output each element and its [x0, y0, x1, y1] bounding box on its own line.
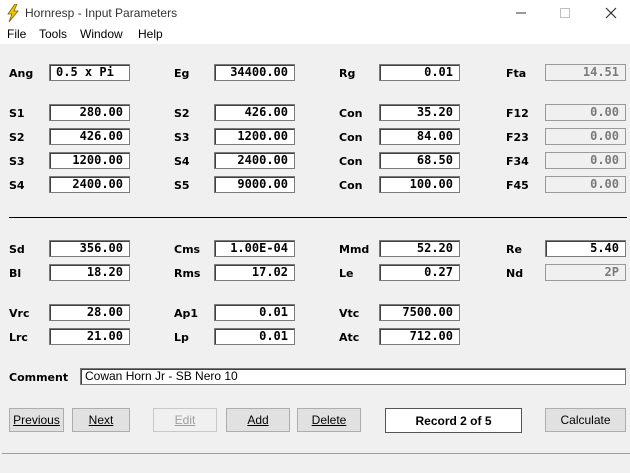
- sd-field[interactable]: 356.00: [49, 240, 130, 257]
- delete-button[interactable]: Delete: [297, 408, 361, 432]
- label-con-2: Con: [339, 131, 363, 144]
- label-ang: Ang: [9, 67, 34, 80]
- f12-field: 0.00: [545, 104, 626, 121]
- ap1-field[interactable]: 0.01: [214, 304, 295, 321]
- minimize-button[interactable]: [498, 0, 544, 26]
- s3-row-field[interactable]: 1200.00: [49, 152, 130, 169]
- lp-field[interactable]: 0.01: [214, 328, 295, 345]
- label-f34: F34: [506, 155, 529, 168]
- label-s4: S4: [174, 155, 190, 168]
- previous-button-label: Previous: [13, 413, 60, 427]
- add-button-label: Add: [247, 413, 269, 427]
- label-con-3: Con: [339, 155, 363, 168]
- label-cms: Cms: [174, 243, 201, 256]
- label-con-4: Con: [339, 179, 363, 192]
- label-vtc: Vtc: [339, 307, 360, 320]
- label-nd: Nd: [506, 267, 524, 280]
- next-button-label: Next: [88, 413, 114, 427]
- con4-field[interactable]: 100.00: [379, 176, 460, 193]
- title-bar: Hornresp - Input Parameters: [0, 0, 630, 26]
- rg-field[interactable]: 0.01: [379, 64, 460, 81]
- label-rg: Rg: [339, 67, 356, 80]
- le-field[interactable]: 0.27: [379, 264, 460, 281]
- rms-field[interactable]: 17.02: [214, 264, 295, 281]
- label-lp: Lp: [174, 331, 189, 344]
- cms-field[interactable]: 1.00E-04: [214, 240, 295, 257]
- close-button[interactable]: [588, 0, 630, 26]
- re-field[interactable]: 5.40: [545, 240, 626, 257]
- label-bl: Bl: [9, 267, 22, 280]
- label-le: Le: [339, 267, 354, 280]
- f23-field: 0.00: [545, 128, 626, 145]
- label-vrc: Vrc: [9, 307, 30, 320]
- label-s5: S5: [174, 179, 190, 192]
- calculate-button[interactable]: Calculate: [545, 408, 626, 432]
- minimize-icon: [516, 12, 526, 14]
- label-eg: Eg: [174, 67, 190, 80]
- label-atc: Atc: [339, 331, 360, 344]
- label-ap1: Ap1: [174, 307, 199, 320]
- previous-button[interactable]: Previous: [9, 408, 64, 432]
- s4-row-field[interactable]: 2400.00: [49, 176, 130, 193]
- eg-field[interactable]: 34400.00: [214, 64, 295, 81]
- label-s2: S2: [174, 107, 190, 120]
- maximize-icon: [560, 8, 570, 18]
- label-con-1: Con: [339, 107, 363, 120]
- label-re: Re: [506, 243, 522, 256]
- con2-field[interactable]: 84.00: [379, 128, 460, 145]
- maximize-button[interactable]: [542, 0, 588, 26]
- label-f12: F12: [506, 107, 529, 120]
- lightning-icon: [7, 4, 19, 22]
- bl-field[interactable]: 18.20: [49, 264, 130, 281]
- edit-button[interactable]: Edit: [153, 408, 217, 432]
- s2-row-field[interactable]: 426.00: [49, 128, 130, 145]
- f34-field: 0.00: [545, 152, 626, 169]
- label-f45: F45: [506, 179, 529, 192]
- menu-window[interactable]: Window: [80, 27, 123, 41]
- window-title: Hornresp - Input Parameters: [25, 6, 178, 20]
- s3-field[interactable]: 1200.00: [214, 128, 295, 145]
- s1-field[interactable]: 280.00: [49, 104, 130, 121]
- label-s3-row: S3: [9, 155, 25, 168]
- s2-field[interactable]: 426.00: [214, 104, 295, 121]
- label-s1: S1: [9, 107, 25, 120]
- edit-button-label: Edit: [174, 413, 196, 427]
- con1-field[interactable]: 35.20: [379, 104, 460, 121]
- lrc-field[interactable]: 21.00: [49, 328, 130, 345]
- menu-tools[interactable]: Tools: [39, 27, 67, 41]
- fta-field: 14.51: [545, 64, 626, 81]
- nd-field: 2P: [545, 264, 626, 281]
- label-s3: S3: [174, 131, 190, 144]
- label-mmd: Mmd: [339, 243, 370, 256]
- label-comment: Comment: [9, 371, 69, 384]
- label-lrc: Lrc: [9, 331, 28, 344]
- vrc-field[interactable]: 28.00: [49, 304, 130, 321]
- menu-bar: File Tools Window Help: [0, 26, 630, 44]
- delete-button-label: Delete: [311, 413, 347, 427]
- label-fta: Fta: [506, 67, 527, 80]
- f45-field: 0.00: [545, 176, 626, 193]
- comment-field[interactable]: Cowan Horn Jr - SB Nero 10: [80, 368, 626, 385]
- s4-field[interactable]: 2400.00: [214, 152, 295, 169]
- status-bar: [2, 453, 630, 473]
- label-sd: Sd: [9, 243, 25, 256]
- label-f23: F23: [506, 131, 529, 144]
- con3-field[interactable]: 68.50: [379, 152, 460, 169]
- label-s4-row: S4: [9, 179, 25, 192]
- menu-file[interactable]: File: [7, 27, 26, 41]
- label-rms: Rms: [174, 267, 201, 280]
- menu-help[interactable]: Help: [138, 27, 163, 41]
- mmd-field[interactable]: 52.20: [379, 240, 460, 257]
- ang-field[interactable]: 0.5 x Pi: [49, 64, 130, 81]
- section-divider: [9, 217, 627, 218]
- next-button[interactable]: Next: [72, 408, 130, 432]
- record-indicator: Record 2 of 5: [385, 408, 522, 433]
- close-icon: [605, 7, 617, 19]
- add-button[interactable]: Add: [226, 408, 290, 432]
- vtc-field[interactable]: 7500.00: [379, 304, 460, 321]
- atc-field[interactable]: 712.00: [379, 328, 460, 345]
- s5-field[interactable]: 9000.00: [214, 176, 295, 193]
- label-s2-row: S2: [9, 131, 25, 144]
